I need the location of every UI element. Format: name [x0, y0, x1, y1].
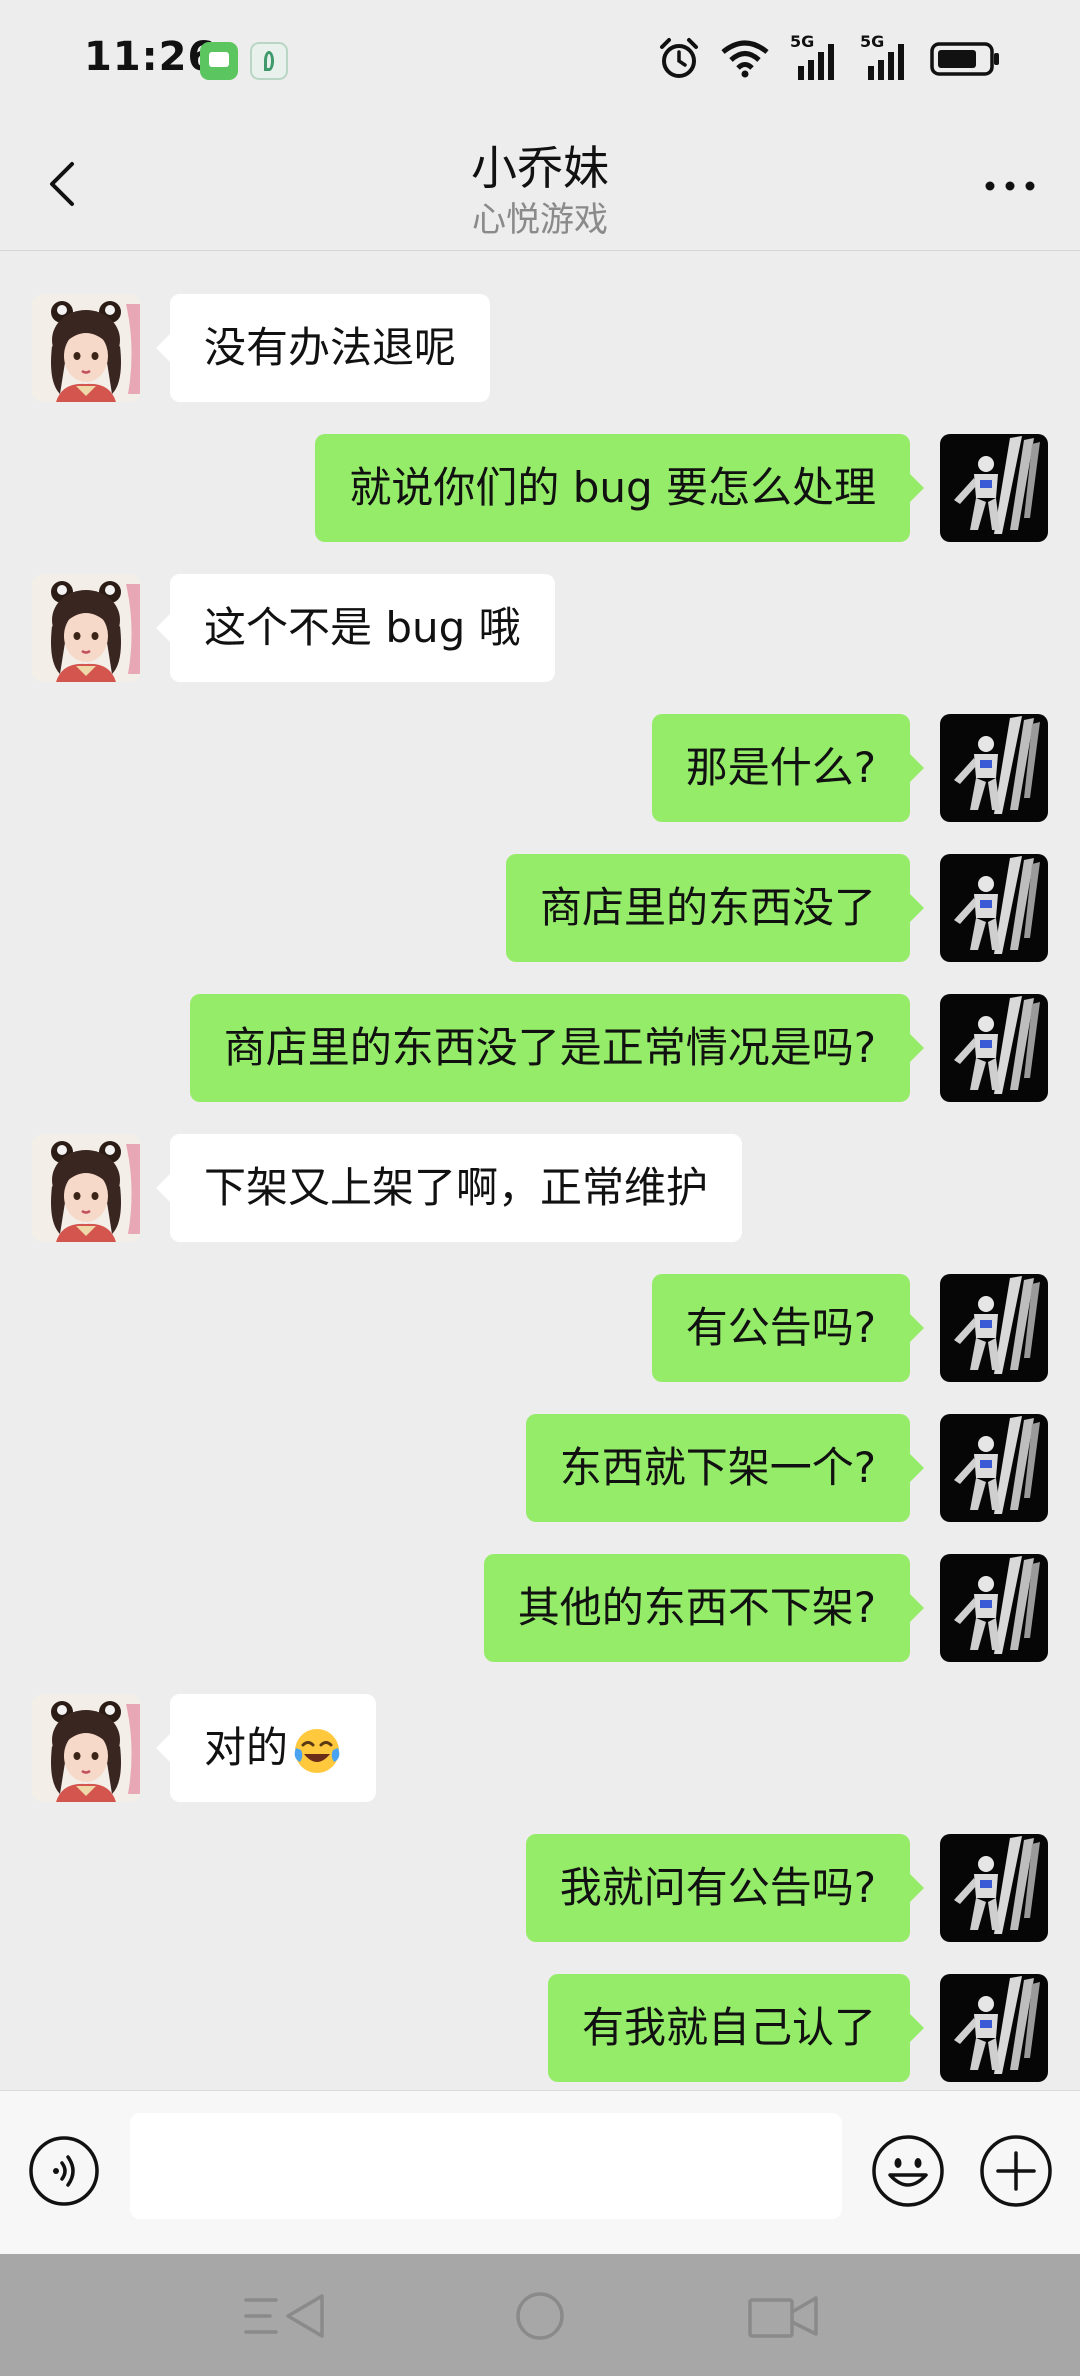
input-bar	[0, 2090, 1080, 2255]
system-nav-bar	[0, 2254, 1080, 2376]
message-bubble[interactable]: 这个不是 bug 哦	[156, 574, 555, 682]
message-bubble[interactable]: 我就问有公告吗?	[525, 1834, 925, 1942]
user-avatar[interactable]	[940, 1974, 1048, 2082]
messages-app-icon	[200, 42, 238, 80]
message-row: 商店里的东西没了	[0, 854, 1080, 964]
message-bubble[interactable]: 商店里的东西没了	[505, 854, 925, 962]
voice-button[interactable]	[28, 2135, 100, 2207]
user-avatar[interactable]	[940, 994, 1048, 1102]
user-avatar[interactable]	[940, 714, 1048, 822]
smiley-icon	[872, 2135, 944, 2207]
message-bubble[interactable]: 有公告吗?	[651, 1274, 925, 1382]
more-button[interactable]	[974, 156, 1046, 216]
message-row: 没有办法退呢	[0, 294, 1080, 404]
user-avatar[interactable]	[940, 1414, 1048, 1522]
user-avatar[interactable]	[940, 434, 1048, 542]
message-row: 东西就下架一个?	[0, 1414, 1080, 1524]
home-circle-icon	[516, 2292, 564, 2340]
system-icons: 5G 5G	[658, 32, 1000, 84]
emoji-button[interactable]	[870, 2133, 946, 2209]
contact-avatar[interactable]	[32, 1134, 140, 1242]
message-row: 商店里的东西没了是正常情况是吗?	[0, 994, 1080, 1104]
signal-5g-icon: 5G	[790, 32, 840, 82]
chat-title: 小乔妹	[471, 141, 609, 195]
nav-home-button[interactable]	[492, 2286, 588, 2346]
network-label: 5G	[790, 32, 815, 51]
message-input[interactable]	[130, 2113, 842, 2219]
battery-icon	[930, 42, 999, 76]
message-list[interactable]: 没有办法退呢 就说你们的 bug 要怎么处理 这个不是 bug 哦 那是什么? …	[0, 252, 1080, 2088]
message-row: 那是什么?	[0, 714, 1080, 824]
message-bubble[interactable]: 其他的东西不下架?	[483, 1554, 925, 1662]
message-bubble[interactable]: 下架又上架了啊，正常维护	[155, 1134, 743, 1242]
more-dots-icon	[985, 181, 1035, 191]
contact-avatar[interactable]	[32, 574, 140, 682]
message-bubble[interactable]: 商店里的东西没了是正常情况是吗?	[189, 994, 925, 1102]
status-bar: 11:26 5G 5G	[0, 0, 1080, 120]
message-text: 对的	[204, 1723, 289, 1772]
user-avatar[interactable]	[940, 1554, 1048, 1662]
more-actions-button[interactable]	[978, 2133, 1054, 2209]
user-avatar[interactable]	[940, 1274, 1048, 1382]
user-avatar[interactable]	[940, 1834, 1048, 1942]
message-row: 有我就自己认了	[0, 1974, 1080, 2084]
network-label: 5G	[860, 32, 885, 51]
message-bubble[interactable]: 有我就自己认了	[547, 1974, 925, 2082]
signal-5g-icon: 5G	[860, 32, 910, 82]
nav-back-button[interactable]	[238, 2286, 334, 2346]
alarm-icon	[660, 38, 698, 78]
message-bubble[interactable]: 对的	[155, 1694, 377, 1802]
chat-header: 小乔妹 心悦游戏	[0, 120, 1080, 251]
contact-avatar[interactable]	[32, 1694, 140, 1802]
message-row: 就说你们的 bug 要怎么处理	[0, 434, 1080, 544]
message-bubble[interactable]: 就说你们的 bug 要怎么处理	[315, 434, 924, 542]
voice-icon	[29, 2136, 99, 2206]
wifi-icon	[721, 40, 769, 78]
message-row: 其他的东西不下架?	[0, 1554, 1080, 1664]
message-bubble[interactable]: 没有办法退呢	[155, 294, 491, 402]
chat-subtitle: 心悦游戏	[472, 200, 608, 240]
menu-back-icon	[244, 2294, 324, 2338]
message-row: 下架又上架了啊，正常维护	[0, 1134, 1080, 1244]
plus-circle-icon	[980, 2135, 1052, 2207]
message-row: 有公告吗?	[0, 1274, 1080, 1384]
status-time: 11:26	[84, 34, 217, 80]
message-row: 这个不是 bug 哦	[0, 574, 1080, 684]
message-bubble[interactable]: 东西就下架一个?	[525, 1414, 925, 1522]
leaf-app-icon	[250, 42, 288, 80]
user-avatar[interactable]	[940, 854, 1048, 962]
recents-icon	[748, 2296, 818, 2338]
message-row: 对的	[0, 1694, 1080, 1804]
message-bubble[interactable]: 那是什么?	[651, 714, 925, 822]
laughing-crying-emoji-icon	[294, 1728, 340, 1773]
contact-avatar[interactable]	[32, 294, 140, 402]
nav-recents-button[interactable]	[738, 2286, 834, 2346]
message-row: 我就问有公告吗?	[0, 1834, 1080, 1944]
